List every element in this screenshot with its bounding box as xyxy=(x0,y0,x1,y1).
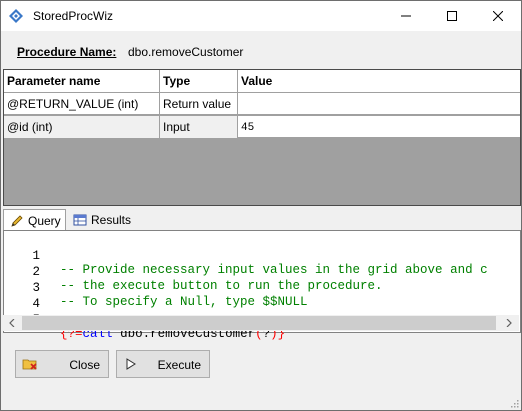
pencil-icon xyxy=(11,215,23,227)
window-title: StoredProcWiz xyxy=(33,9,114,23)
column-header-value[interactable]: Value xyxy=(238,70,520,92)
execute-button-label: Execute xyxy=(157,358,201,372)
table-row[interactable]: @id (int) Input 45 xyxy=(4,116,520,138)
close-button[interactable]: Close xyxy=(15,350,109,378)
param-name-cell: @id (int) xyxy=(4,116,160,138)
chevron-left-icon xyxy=(8,319,14,327)
tab-results[interactable]: Results xyxy=(69,209,133,231)
param-type-cell: Return value xyxy=(160,93,238,115)
code-line: 3 -- To specify a Null, type $$NULL xyxy=(4,267,520,309)
minimize-icon xyxy=(401,15,411,17)
code-line: 5 {?=call dbo.removeCustomer(?)} xyxy=(4,299,520,341)
execute-button[interactable]: Execute xyxy=(116,350,210,378)
code-line: 4 xyxy=(4,283,520,311)
tab-results-label: Results xyxy=(91,213,132,227)
app-window: StoredProcWiz Procedure Name: dbo.remove… xyxy=(0,0,522,411)
scrollbar-thumb[interactable] xyxy=(22,316,496,330)
folder-close-icon xyxy=(22,359,37,370)
minimize-button[interactable] xyxy=(383,1,429,31)
procedure-row: Procedure Name: dbo.removeCustomer xyxy=(1,31,521,69)
play-icon xyxy=(126,358,136,370)
code-line: 1 -- Provide necessary input values in t… xyxy=(4,235,520,277)
param-type-cell: Input xyxy=(160,116,238,138)
column-header-type[interactable]: Type xyxy=(160,70,238,92)
scroll-right-button[interactable] xyxy=(500,315,517,331)
close-icon xyxy=(493,11,503,21)
resize-grip-icon[interactable] xyxy=(509,398,519,408)
title-bar[interactable]: StoredProcWiz xyxy=(1,1,521,31)
maximize-button[interactable] xyxy=(429,1,475,31)
close-button-label: Close xyxy=(69,358,100,372)
param-name-cell: @RETURN_VALUE (int) xyxy=(4,93,160,115)
parameters-grid[interactable]: Parameter name Type Value @RETURN_VALUE … xyxy=(3,69,521,206)
chevron-right-icon xyxy=(506,319,512,327)
tab-query-label: Query xyxy=(28,214,61,228)
param-value-cell[interactable]: 45 xyxy=(238,116,520,138)
app-icon xyxy=(9,9,23,23)
horizontal-scrollbar[interactable] xyxy=(3,315,519,331)
table-row[interactable]: @RETURN_VALUE (int) Return value xyxy=(4,93,520,115)
code-line: 2 -- the execute button to run the proce… xyxy=(4,251,520,293)
maximize-icon xyxy=(447,11,457,21)
procedure-name-value: dbo.removeCustomer xyxy=(128,45,244,59)
close-window-button[interactable] xyxy=(475,1,521,31)
table-icon xyxy=(73,214,87,226)
column-header-parameter-name[interactable]: Parameter name xyxy=(4,70,160,92)
scroll-left-button[interactable] xyxy=(3,315,20,331)
param-value-cell[interactable] xyxy=(238,93,520,115)
grid-header: Parameter name Type Value xyxy=(4,70,520,92)
tab-query[interactable]: Query xyxy=(3,209,66,232)
procedure-name-label: Procedure Name: xyxy=(17,45,117,59)
tab-strip: Query Results xyxy=(1,207,521,232)
